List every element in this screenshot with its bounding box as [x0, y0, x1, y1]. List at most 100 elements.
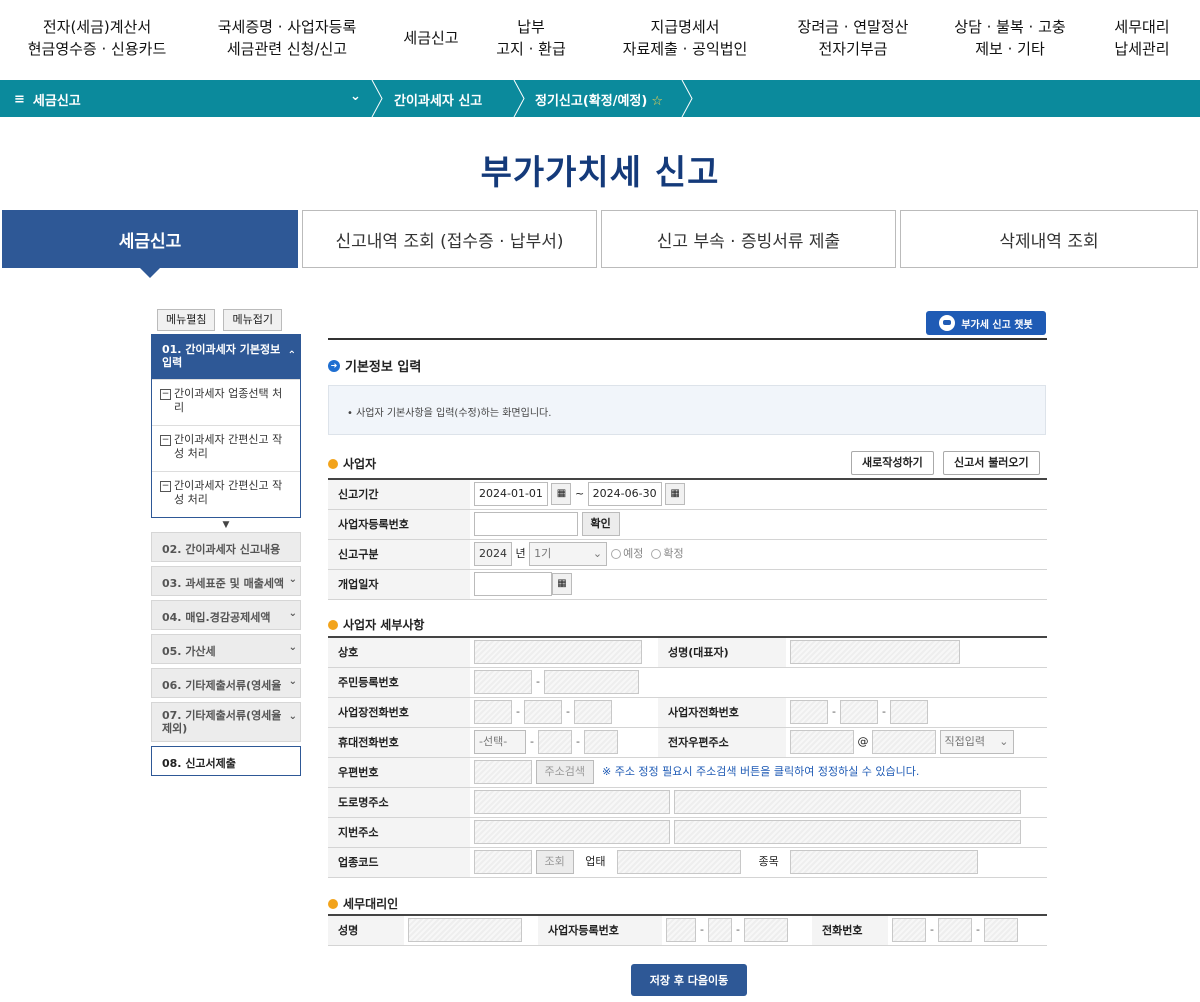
tab-tax-filing[interactable]: 세금신고: [2, 210, 298, 278]
type-label: 신고구분: [328, 539, 470, 570]
sidebar-item-04[interactable]: 04. 매입.경감공제세액 ⌄: [151, 600, 301, 630]
email-id-field[interactable]: [790, 730, 854, 754]
chatbot-label: 부가세 신고 챗봇: [961, 319, 1033, 331]
item-label: 종목: [758, 855, 779, 868]
agent-tel-1[interactable]: [892, 918, 926, 943]
biz-tel-2[interactable]: [523, 700, 562, 724]
period-from-field[interactable]: 2024-01-01: [474, 482, 548, 507]
biz-tel-1[interactable]: [474, 700, 512, 724]
confirm-button[interactable]: 확인: [581, 512, 620, 536]
collapse-menu-button[interactable]: 메뉴접기: [223, 309, 282, 331]
name-field[interactable]: [474, 640, 642, 665]
email-domain-field[interactable]: [872, 730, 936, 754]
nav-agent[interactable]: 세무대리 납세관리: [1102, 16, 1182, 60]
tab-attachments[interactable]: 신고 부속 · 증빙서류 제출: [601, 210, 896, 268]
term-select[interactable]: 1기 ⌄: [529, 542, 608, 566]
regno-field[interactable]: [474, 512, 578, 536]
email-domain-select[interactable]: 직접입력 ⌄: [939, 730, 1014, 754]
radio-preliminary[interactable]: [611, 549, 622, 559]
agent-regno-2[interactable]: [707, 918, 732, 943]
sidebar-subitem-industry[interactable]: − 간이과세자 업종선택 처리: [152, 379, 300, 425]
sidebar-item-06[interactable]: 06. 기타제출서류(영세율 ⌄: [151, 668, 301, 698]
calendar-icon[interactable]: ▦: [665, 483, 686, 506]
expand-menu-button[interactable]: 메뉴펼침: [157, 309, 216, 331]
sidebar-subitem-simple-2[interactable]: − 간이과세자 간편신고 작성 처리: [152, 471, 300, 517]
biz-tel2-label: 사업자전화번호: [658, 697, 786, 728]
sidebar-item-05[interactable]: 05. 가산세 ⌄: [151, 634, 301, 664]
road-address-label: 도로명주소: [328, 787, 470, 818]
chevron-down-icon[interactable]: ⌄: [350, 89, 361, 104]
ceo-field[interactable]: [790, 640, 960, 665]
breadcrumb-separator-icon: [370, 79, 384, 118]
rrn-field-2[interactable]: [543, 670, 639, 694]
nav-label: 세금관련 신청/신고: [226, 40, 348, 58]
breadcrumb-simple-taxpayer[interactable]: 간이과세자 신고: [394, 90, 482, 109]
nav-incentive[interactable]: 장려금 · 연말정산 전자기부금: [788, 16, 918, 60]
open-date-field[interactable]: [474, 572, 552, 596]
nav-certificate[interactable]: 국세증명 · 사업자등록 세금관련 신청/신고: [207, 16, 367, 60]
period-to-field[interactable]: 2024-06-30: [587, 482, 662, 507]
breadcrumb-menu[interactable]: ≡ 세금신고: [14, 90, 81, 109]
star-icon[interactable]: ☆: [651, 94, 663, 109]
sidebar-item-07[interactable]: 07. 기타제출서류(영세율 제외) ⌄: [151, 702, 301, 742]
owner-tel-1[interactable]: [790, 700, 828, 724]
tab-history[interactable]: 신고내역 조회 (접수증 · 납부서): [302, 210, 597, 268]
sidebar-subitem-simple-1[interactable]: − 간이과세자 간편신고 작성 처리: [152, 425, 300, 471]
nav-payment[interactable]: 납부 고지 · 환급: [496, 16, 566, 60]
rrn-field-1[interactable]: [474, 670, 532, 694]
radio-final[interactable]: [651, 549, 662, 559]
breadcrumb-current[interactable]: 정기신고(확정/예정) ☆: [535, 90, 663, 109]
sidebar-item-label: 01. 간이과세자 기본정보 입력: [162, 343, 281, 369]
jibun-address-2[interactable]: [673, 820, 1021, 844]
section-title-agent: 세무대리인: [328, 895, 398, 912]
zip-field[interactable]: [474, 760, 532, 784]
jibun-address-1[interactable]: [474, 820, 670, 844]
biz-type-field[interactable]: [617, 850, 741, 874]
rrn-label: 주민등록번호: [328, 667, 470, 698]
nav-e-invoice[interactable]: 전자(세금)계산서 현금영수증 · 신용카드: [22, 16, 172, 60]
mobile-prefix-select[interactable]: -선택-: [474, 730, 526, 754]
agent-regno-3[interactable]: [743, 918, 788, 943]
nav-statement[interactable]: 지급명세서 자료제출 · 공익법인: [610, 16, 760, 60]
sidebar-item-08[interactable]: 08. 신고서제출: [151, 746, 301, 776]
sidebar-item-03[interactable]: 03. 과세표준 및 매출세액 ⌄: [151, 566, 301, 596]
mobile-2[interactable]: [537, 730, 572, 754]
owner-tel-3[interactable]: [889, 700, 928, 724]
lookup-button[interactable]: 조회: [535, 850, 574, 874]
year-field[interactable]: 2024: [474, 542, 512, 566]
save-and-next-button[interactable]: 저장 후 다음이동: [631, 964, 747, 996]
sidebar-toggle-group: 메뉴펼침 메뉴접기: [157, 309, 282, 331]
agent-regno-1[interactable]: [666, 918, 696, 943]
biz-tel-3[interactable]: [573, 700, 612, 724]
radio-label: 확정: [663, 547, 684, 560]
calendar-icon[interactable]: ▦: [551, 483, 572, 506]
mobile-3[interactable]: [583, 730, 618, 754]
sidebar-item-02[interactable]: 02. 간이과세자 신고내용: [151, 532, 301, 562]
calendar-icon[interactable]: ▦: [552, 573, 572, 595]
new-write-button[interactable]: 새로작성하기: [851, 451, 934, 475]
agent-tel-3[interactable]: [983, 918, 1018, 943]
item-field[interactable]: [790, 850, 979, 874]
agent-name-field[interactable]: [408, 918, 522, 943]
select-value: -선택-: [479, 735, 508, 748]
road-address-2[interactable]: [673, 790, 1021, 814]
tab-deleted[interactable]: 삭제내역 조회: [900, 210, 1198, 268]
chatbot-button[interactable]: 부가세 신고 챗봇: [926, 311, 1046, 335]
load-return-button[interactable]: 신고서 불러오기: [943, 451, 1040, 475]
nav-consult[interactable]: 상담 · 불복 · 고충 제보 · 기타: [945, 16, 1075, 60]
address-search-button[interactable]: 주소검색: [535, 760, 594, 784]
breadcrumb: ≡ 세금신고 ⌄ 간이과세자 신고 정기신고(확정/예정) ☆: [0, 79, 1200, 118]
industry-code-field[interactable]: [474, 850, 532, 874]
owner-tel-2[interactable]: [839, 700, 878, 724]
sidebar-item-basic-info[interactable]: 01. 간이과세자 기본정보 입력 ⌃: [152, 335, 300, 379]
nav-label: 납부: [517, 18, 545, 36]
nav-label: 현금영수증 · 신용카드: [27, 40, 167, 58]
sidebar-item-label: 02. 간이과세자 신고내용: [162, 543, 281, 556]
section-title-label: 사업자 세부사항: [343, 618, 425, 632]
zip-hint: ※ 주소 정정 필요시 주소검색 버튼을 클릭하여 정정하실 수 있습니다.: [601, 765, 920, 778]
period-label: 신고기간: [328, 478, 470, 510]
nav-tax-filing[interactable]: 세금신고: [395, 27, 467, 49]
road-address-1[interactable]: [474, 790, 670, 814]
biz-tel-label: 사업장전화번호: [328, 697, 470, 728]
agent-tel-2[interactable]: [937, 918, 972, 943]
